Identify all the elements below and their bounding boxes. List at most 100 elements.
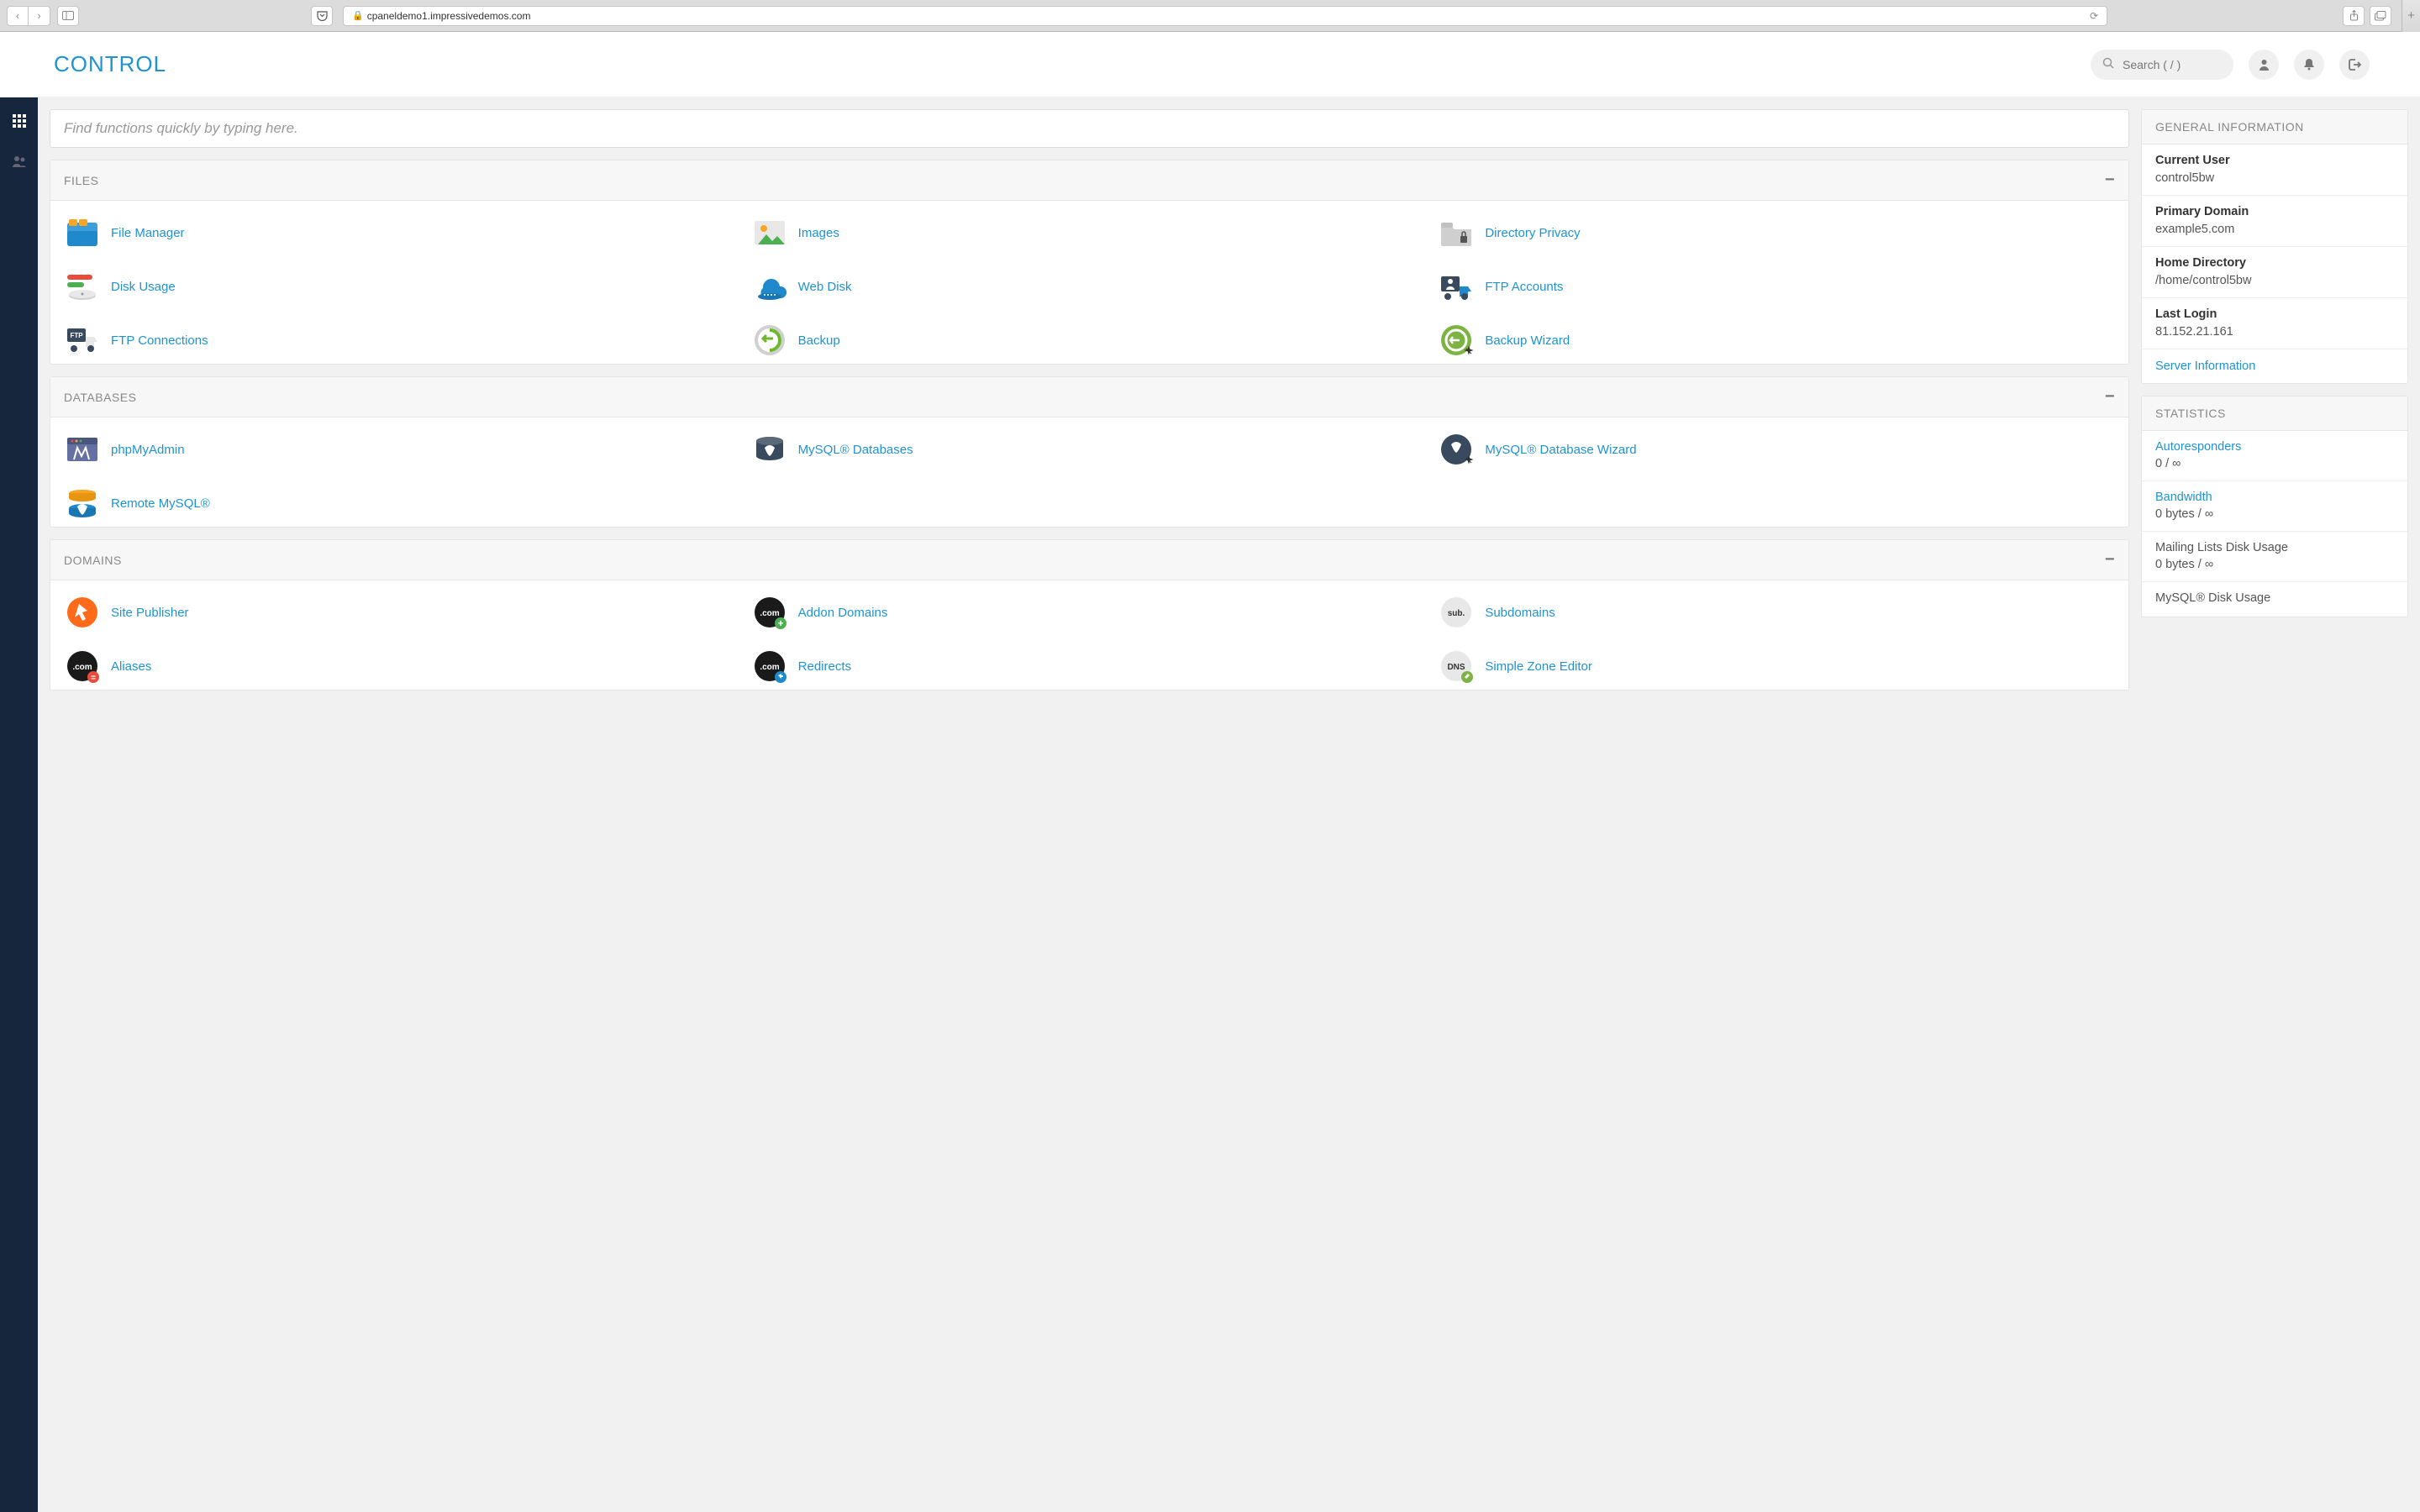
tool-remote-mysql[interactable]: Remote MySQL®	[64, 486, 741, 520]
section-title: DOMAINS	[64, 554, 122, 567]
ftp-accounts-icon	[1438, 270, 1475, 303]
stat-label-link[interactable]: Bandwidth	[2155, 491, 2394, 504]
tool-site-publisher[interactable]: Site Publisher	[64, 596, 741, 629]
back-button[interactable]: ‹	[7, 6, 29, 26]
stat-label-link[interactable]: Autoresponders	[2155, 440, 2394, 454]
tool-label: Addon Domains	[798, 606, 888, 620]
site-publisher-icon	[64, 596, 101, 629]
tool-phpmyadmin[interactable]: phpMyAdmin	[64, 433, 741, 466]
panel-header: STATISTICS	[2142, 396, 2407, 431]
info-row-server-info: Server Information	[2142, 349, 2407, 383]
tool-simple-zone-editor[interactable]: DNS Simple Zone Editor	[1438, 649, 2115, 683]
tool-label: Subdomains	[1485, 606, 1555, 620]
stat-value: 0 / ∞	[2155, 457, 2181, 470]
tool-ftp-accounts[interactable]: FTP Accounts	[1438, 270, 2115, 303]
browser-chrome: ‹ › 🔒 cpaneldemo1.impressivedemos.com ⟳ …	[0, 0, 2420, 32]
phpmyadmin-icon	[64, 433, 101, 466]
url-bar[interactable]: 🔒 cpaneldemo1.impressivedemos.com ⟳	[343, 6, 2107, 26]
header-search-input[interactable]	[2123, 58, 2217, 71]
tool-label: Simple Zone Editor	[1485, 659, 1592, 674]
sidebar-item-home[interactable]	[0, 108, 38, 134]
pocket-button[interactable]	[311, 6, 333, 26]
collapse-icon[interactable]: −	[2105, 171, 2115, 190]
tool-directory-privacy[interactable]: Directory Privacy	[1438, 216, 2115, 249]
tool-mysql-databases[interactable]: MySQL® Databases	[751, 433, 1428, 466]
simple-zone-editor-icon: DNS	[1438, 649, 1475, 683]
collapse-icon[interactable]: −	[2105, 387, 2115, 407]
info-label: Home Directory	[2155, 256, 2394, 270]
svg-text:=: =	[91, 674, 96, 683]
tool-label: Disk Usage	[111, 280, 176, 294]
tool-ftp-connections[interactable]: FTP FTP Connections	[64, 323, 741, 357]
tool-label: FTP Accounts	[1485, 280, 1563, 294]
images-icon	[751, 216, 788, 249]
tabs-button[interactable]	[2370, 6, 2391, 26]
search-icon	[2102, 57, 2114, 71]
quick-search-input[interactable]	[50, 110, 2128, 147]
tool-addon-domains[interactable]: .com+ Addon Domains	[751, 596, 1428, 629]
tool-aliases[interactable]: .com = Aliases	[64, 649, 741, 683]
tool-file-manager[interactable]: File Manager	[64, 216, 741, 249]
info-value: /home/control5bw	[2155, 274, 2251, 287]
tool-disk-usage[interactable]: Disk Usage	[64, 270, 741, 303]
lock-icon: 🔒	[352, 10, 364, 21]
stat-row-mysql-disk: MySQL® Disk Usage	[2142, 582, 2407, 617]
redirects-icon: .com	[751, 649, 788, 683]
section-domains: DOMAINS − Site Publisher .com+ Addon Dom…	[50, 539, 2129, 690]
sidebar-toggle-button[interactable]	[57, 6, 79, 26]
share-button[interactable]	[2343, 6, 2365, 26]
panel-general-info: GENERAL INFORMATION Current User control…	[2141, 109, 2408, 384]
panel-statistics: STATISTICS Autoresponders 0 / ∞ Bandwidt…	[2141, 396, 2408, 617]
notifications-button[interactable]	[2294, 50, 2324, 80]
refresh-icon[interactable]: ⟳	[2090, 10, 2098, 22]
section-databases: DATABASES − phpMyAdmin MySQL® Databases …	[50, 376, 2129, 528]
tool-label: Aliases	[111, 659, 151, 674]
tool-label: FTP Connections	[111, 333, 208, 348]
tool-backup[interactable]: Backup	[751, 323, 1428, 357]
tool-label: Backup	[798, 333, 840, 348]
svg-text:.com: .com	[760, 609, 779, 618]
forward-button[interactable]: ›	[29, 6, 50, 26]
tool-label: Redirects	[798, 659, 851, 674]
sidebar-item-users[interactable]	[0, 148, 38, 175]
svg-text:+: +	[777, 617, 783, 629]
tool-label: MySQL® Database Wizard	[1485, 443, 1636, 457]
section-header-domains[interactable]: DOMAINS −	[50, 540, 2128, 580]
panel-header: GENERAL INFORMATION	[2142, 110, 2407, 144]
tool-images[interactable]: Images	[751, 216, 1428, 249]
brand-logo[interactable]: CONTROL	[54, 51, 166, 77]
app-body: FILES − File Manager Images Directory Pr…	[0, 97, 2420, 1512]
svg-text:.com: .com	[72, 663, 92, 672]
mysql-databases-icon	[751, 433, 788, 466]
directory-privacy-icon	[1438, 216, 1475, 249]
collapse-icon[interactable]: −	[2105, 550, 2115, 570]
tool-web-disk[interactable]: Web Disk	[751, 270, 1428, 303]
tool-label: Remote MySQL®	[111, 496, 210, 511]
info-row-last-login: Last Login 81.152.21.161	[2142, 298, 2407, 349]
stat-value: 0 bytes / ∞	[2155, 558, 2213, 571]
tool-mysql-wizard[interactable]: MySQL® Database Wizard	[1438, 433, 2115, 466]
section-files: FILES − File Manager Images Directory Pr…	[50, 160, 2129, 365]
server-information-link[interactable]: Server Information	[2155, 360, 2255, 373]
section-header-databases[interactable]: DATABASES −	[50, 377, 2128, 417]
tool-label: Directory Privacy	[1485, 226, 1580, 240]
tool-redirects[interactable]: .com Redirects	[751, 649, 1428, 683]
info-label: Current User	[2155, 154, 2394, 167]
svg-text:.com: .com	[760, 663, 779, 672]
sidebar	[0, 97, 38, 1512]
header-search[interactable]	[2091, 50, 2233, 80]
tool-backup-wizard[interactable]: Backup Wizard	[1438, 323, 2115, 357]
tool-subdomains[interactable]: sub. Subdomains	[1438, 596, 2115, 629]
tool-label: File Manager	[111, 226, 185, 240]
users-icon	[12, 155, 27, 167]
section-header-files[interactable]: FILES −	[50, 160, 2128, 201]
backup-icon	[751, 323, 788, 357]
info-label: Last Login	[2155, 307, 2394, 321]
tool-label: Site Publisher	[111, 606, 189, 620]
new-tab-button[interactable]: +	[2402, 0, 2420, 32]
user-menu-button[interactable]	[2249, 50, 2279, 80]
app-header: CONTROL	[0, 32, 2420, 97]
tool-label: Images	[798, 226, 839, 240]
info-row-home-directory: Home Directory /home/control5bw	[2142, 247, 2407, 298]
logout-button[interactable]	[2339, 50, 2370, 80]
